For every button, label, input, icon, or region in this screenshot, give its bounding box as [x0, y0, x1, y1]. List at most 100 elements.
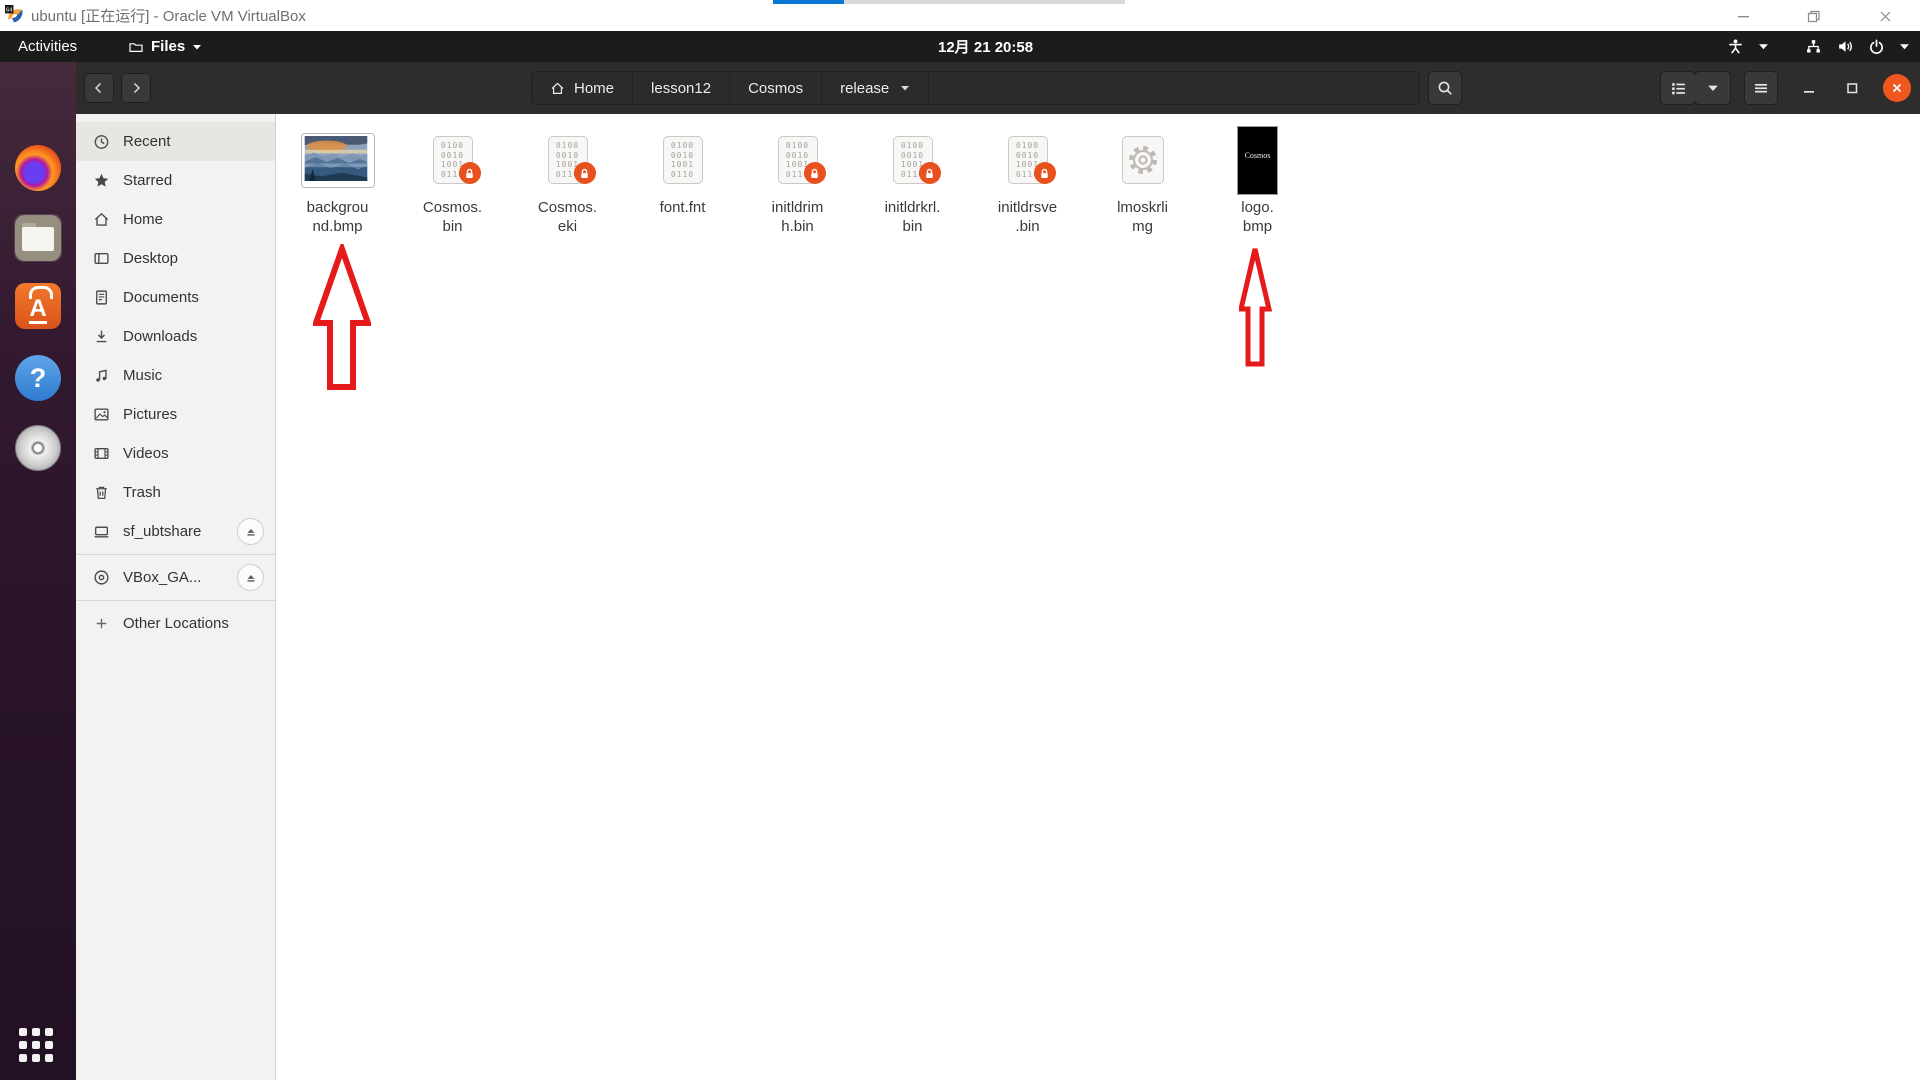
file-cosmos-eki[interactable]: 0100 0010 1001 0110 Cosmos. eki — [510, 124, 625, 236]
host-restore-button[interactable] — [1800, 7, 1826, 25]
file-cosmos-bin[interactable]: 0100 0010 1001 0110 Cosmos. bin — [395, 124, 510, 236]
sidebar-item-vbox-ga[interactable]: VBox_GA... — [76, 558, 275, 597]
breadcrumb-home[interactable]: Home — [532, 72, 634, 104]
host-minimize-button[interactable] — [1730, 7, 1756, 25]
svg-text:64: 64 — [6, 8, 13, 14]
files-toolbar: Home lesson12 Cosmos release — [76, 62, 1920, 114]
sidebar-item-home[interactable]: Home — [76, 200, 275, 239]
optical-disc-icon — [93, 569, 110, 586]
document-icon — [93, 289, 110, 306]
file-initldrsve-bin[interactable]: 0100 0010 1001 0110 initldrsve .bin — [970, 124, 1085, 236]
dock-help[interactable]: ? — [14, 354, 62, 402]
file-view: backgrou nd.bmp 0100 0010 1001 0110 Cosm… — [276, 114, 1920, 1080]
file-initldrkrl-bin[interactable]: 0100 0010 1001 0110 initldrkrl. bin — [855, 124, 970, 236]
restore-icon — [1847, 83, 1858, 94]
sidebar-item-label: Starred — [123, 172, 173, 189]
file-label: Cosmos. bin — [422, 199, 483, 235]
back-button[interactable] — [84, 73, 114, 103]
window-menu-button[interactable] — [1744, 71, 1778, 105]
sidebar-item-trash[interactable]: Trash — [76, 473, 275, 512]
list-view-button[interactable] — [1660, 71, 1696, 105]
file-label: initldrim h.bin — [771, 199, 824, 235]
sidebar-item-sf-ubtshare[interactable]: sf_ubtshare — [76, 512, 275, 551]
sidebar-item-label: Other Locations — [123, 615, 229, 632]
file-logo-bmp[interactable]: Cosmos logo. bmp — [1200, 124, 1315, 236]
host-close-button[interactable] — [1872, 7, 1898, 25]
recent-icon — [93, 133, 110, 150]
file-label: font.fnt — [659, 199, 706, 216]
window-close-button[interactable] — [1883, 74, 1911, 102]
eject-icon — [247, 528, 254, 536]
file-font-fnt[interactable]: 0100 0010 1001 0110 font.fnt — [625, 124, 740, 236]
dock-firefox[interactable] — [14, 144, 62, 192]
search-icon — [1438, 81, 1452, 95]
eject-button[interactable] — [237, 518, 264, 545]
sidebar-item-other-locations[interactable]: Other Locations — [76, 604, 275, 643]
forward-button[interactable] — [121, 73, 151, 103]
trash-icon — [93, 484, 110, 501]
close-icon — [1880, 11, 1890, 21]
dropdown-caret-icon — [1759, 44, 1768, 50]
desktop-icon — [93, 250, 110, 267]
close-icon — [1892, 83, 1902, 93]
volume-icon — [1839, 41, 1852, 52]
window-restore-button[interactable] — [1838, 74, 1866, 102]
lock-badge-icon — [1033, 162, 1056, 184]
dock-disc[interactable] — [14, 424, 62, 472]
sidebar-item-label: Downloads — [123, 328, 198, 345]
search-button[interactable] — [1428, 71, 1462, 105]
breadcrumb-lesson12[interactable]: lesson12 — [633, 72, 731, 104]
app-menu-files[interactable]: Files — [122, 31, 208, 62]
sidebar-separator — [76, 554, 275, 555]
view-options-button[interactable] — [1695, 71, 1731, 105]
ubuntu-dock: A ? — [0, 62, 76, 1080]
file-label: lmoskrli mg — [1117, 199, 1168, 235]
disc-icon — [15, 425, 61, 471]
activities-button[interactable]: Activities — [12, 31, 83, 62]
host-progress-bar — [773, 0, 1125, 4]
sidebar-item-label: sf_ubtshare — [123, 523, 202, 540]
lock-badge-icon — [803, 162, 826, 184]
file-lmoskrlimg[interactable]: lmoskrli mg — [1085, 124, 1200, 236]
home-icon — [551, 82, 564, 94]
topbar-clock[interactable]: 12月 21 20:58 — [938, 31, 1033, 62]
file-background-bmp[interactable]: backgrou nd.bmp — [280, 124, 395, 236]
sidebar-item-starred[interactable]: Starred — [76, 161, 275, 200]
binary-file-icon: 0100 0010 1001 0110 — [547, 136, 596, 184]
dropdown-caret-icon — [193, 44, 202, 49]
dock-files[interactable] — [14, 214, 62, 262]
sidebar-item-videos[interactable]: Videos — [76, 434, 275, 473]
ubuntu-software-icon: A — [15, 283, 61, 329]
network-icon — [1807, 40, 1820, 53]
breadcrumb-release[interactable]: release — [822, 72, 930, 104]
file-label: Cosmos. eki — [537, 199, 598, 235]
sidebar-item-documents[interactable]: Documents — [76, 278, 275, 317]
breadcrumb-cosmos[interactable]: Cosmos — [730, 72, 823, 104]
sidebar-item-music[interactable]: Music — [76, 356, 275, 395]
chevron-left-icon — [94, 82, 102, 94]
system-status-area[interactable] — [1727, 31, 1910, 62]
accessibility-icon — [1729, 39, 1742, 54]
file-label: backgrou nd.bmp — [306, 199, 369, 235]
minimize-icon — [1804, 91, 1814, 93]
eject-button[interactable] — [237, 564, 264, 591]
host-window-title: ubuntu [正在运行] - Oracle VM VirtualBox — [31, 8, 306, 25]
sidebar-item-label: VBox_GA... — [123, 569, 202, 586]
show-applications-button[interactable] — [19, 1028, 57, 1066]
chevron-right-icon — [133, 82, 141, 94]
sidebar-item-recent[interactable]: Recent — [76, 122, 275, 161]
sidebar-item-desktop[interactable]: Desktop — [76, 239, 275, 278]
dock-ubuntu-software[interactable]: A — [14, 282, 62, 330]
sidebar-item-downloads[interactable]: Downloads — [76, 317, 275, 356]
sidebar-item-pictures[interactable]: Pictures — [76, 395, 275, 434]
files-window: Home lesson12 Cosmos release Recent Star… — [76, 62, 1920, 1080]
file-initldrimh-bin[interactable]: 0100 0010 1001 0110 initldrim h.bin — [740, 124, 855, 236]
app-menu-label: Files — [151, 38, 186, 55]
sidebar-item-label: Documents — [123, 289, 199, 306]
sidebar-item-label: Desktop — [123, 250, 179, 267]
annotation-arrow-logo-bmp — [1239, 248, 1273, 367]
window-minimize-button[interactable] — [1795, 74, 1823, 102]
firefox-icon — [15, 145, 61, 191]
video-icon — [93, 445, 110, 462]
virtualbox-screen: 64 ubuntu [正在运行] - Oracle VM VirtualBox … — [0, 0, 1920, 1080]
